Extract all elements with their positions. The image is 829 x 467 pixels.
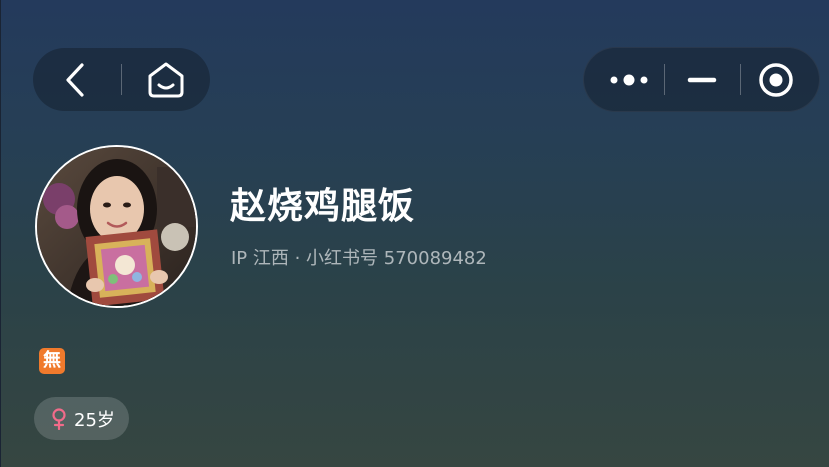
back-button[interactable] xyxy=(47,48,105,111)
more-dots-icon xyxy=(610,74,648,85)
minimize-button[interactable] xyxy=(674,48,730,111)
close-target-icon xyxy=(759,62,793,97)
avatar[interactable] xyxy=(35,145,198,308)
profile-meta: IP 江西 · 小红书号 570089482 xyxy=(231,248,487,269)
back-chevron-icon xyxy=(66,62,84,97)
minimize-icon xyxy=(687,77,717,82)
age-text: 25岁 xyxy=(74,409,115,431)
gender-age-chip: 25岁 xyxy=(34,397,129,440)
female-icon xyxy=(50,407,68,431)
nav-capsule xyxy=(33,48,210,111)
avatar-photo xyxy=(37,147,196,306)
badge-icon[interactable]: 無 xyxy=(39,348,65,374)
menu-divider xyxy=(740,64,741,95)
more-button[interactable] xyxy=(598,48,660,111)
nav-divider xyxy=(121,64,122,95)
menu-capsule xyxy=(583,47,820,112)
close-button[interactable] xyxy=(744,48,808,111)
profile-screen: 赵烧鸡腿饭 IP 江西 · 小红书号 570089482 無 25岁 xyxy=(0,0,829,467)
home-button[interactable] xyxy=(135,48,197,111)
profile-name: 赵烧鸡腿饭 xyxy=(230,186,416,227)
home-icon xyxy=(148,62,184,97)
menu-divider xyxy=(664,64,665,95)
